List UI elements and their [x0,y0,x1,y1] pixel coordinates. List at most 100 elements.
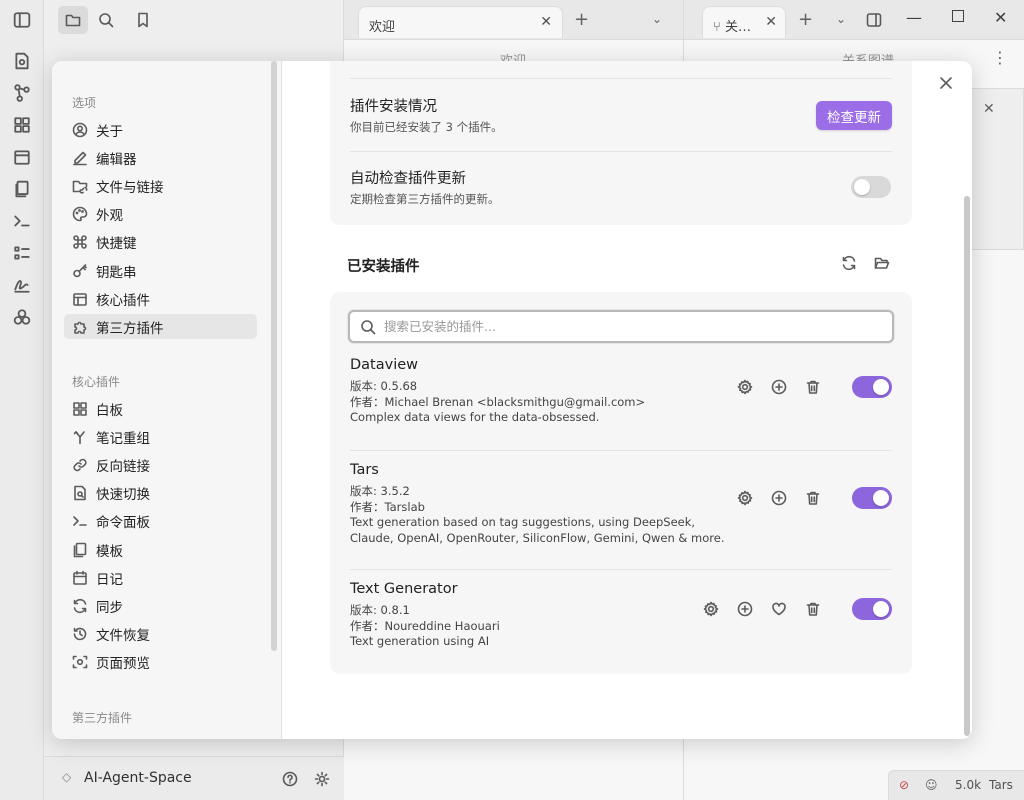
calendar-icon [73,570,87,585]
install-status-title: 插件安装情况 [350,99,437,115]
preview-icon [72,655,88,669]
plugin-version: 版本: 0.5.68 [350,379,418,393]
nav-item-label: 快速切换 [96,487,150,504]
options-item[interactable]: 核心插件 [64,286,257,311]
nav-item-label: 钥匙串 [96,264,137,281]
plugin-description: Claude, OpenAI, OpenRouter, SiliconFlow,… [350,530,725,545]
core-item[interactable]: 文件恢复 [64,622,257,647]
divider [350,450,892,451]
divider [350,78,892,79]
plugin-name: Tars [350,462,379,478]
reload-plugins-button[interactable] [838,252,860,274]
core-item[interactable]: 日记 [64,565,257,590]
nav-scrollbar[interactable] [271,61,277,651]
nav-section-options: 选项 [72,96,97,110]
plus-circle-icon [771,490,787,506]
search-icon [361,319,376,334]
settings-content: 插件安装情况 你目前已经安装了 3 个插件。 检查更新 自动检查插件更新 定期检… [282,61,972,739]
installed-plugins-card: Dataview 版本: 0.5.68作者：Michael Brenan <bla… [330,292,912,674]
nav-item-label: 文件恢复 [96,628,150,645]
plugin-hotkeys-button[interactable] [768,487,790,509]
check-updates-button[interactable]: 检查更新 [816,101,892,130]
command-icon [73,235,87,250]
plugin-version: 版本: 3.5.2 [350,484,410,498]
plugin-search-input[interactable] [384,319,864,334]
settings-nav: 选项 关于 编辑器 文件与链接 外观 快捷键 钥匙串 核心插件 第三方插件 核心插件 白板 笔记… [52,61,282,739]
core-item[interactable]: 笔记重组 [64,424,257,449]
nav-item-label: 笔记重组 [96,430,150,447]
options-item[interactable]: 外观 [64,202,257,227]
nav-item-label: 编辑器 [96,151,137,168]
options-item[interactable]: 编辑器 [64,145,257,170]
core-item[interactable]: 模板 [64,537,257,562]
plugin-enable-toggle[interactable] [852,376,892,398]
nav-section-core: 核心插件 [72,375,121,389]
heart-icon [772,602,786,616]
folder-link-icon [72,180,88,194]
nav-item-label: 白板 [96,402,123,419]
plugin-uninstall-button[interactable] [802,487,824,509]
nav-item-label: 页面预览 [96,656,150,673]
plugin-hotkeys-button[interactable] [768,376,790,398]
nav-item-label: 模板 [96,543,123,560]
quick-switch-icon [74,485,86,501]
installed-plugins-heading: 已安装插件 [347,259,420,275]
options-item[interactable]: 快捷键 [64,230,257,255]
plugin-uninstall-button[interactable] [802,598,824,620]
nav-item-label: 文件与链接 [96,179,164,196]
plus-circle-icon [771,379,787,395]
core-item[interactable]: 命令面板 [64,509,257,534]
nav-item-label: 命令面板 [96,515,150,532]
settings-modal: 选项 关于 编辑器 文件与链接 外观 快捷键 钥匙串 核心插件 第三方插件 核心插件 白板 笔记… [52,61,972,739]
plugin-options-button[interactable] [734,376,756,398]
plugin-description: Text generation based on tag suggestions… [350,515,696,529]
auto-update-toggle[interactable] [851,176,891,198]
core-item[interactable]: 页面预览 [64,650,257,675]
plugin-options-button[interactable] [734,487,756,509]
core-item[interactable]: 反向链接 [64,452,257,477]
nav-item-label: 关于 [96,123,123,140]
core-item[interactable]: 快速切换 [64,481,257,506]
options-item[interactable]: 文件与链接 [64,173,257,198]
toggle-knob [873,490,889,506]
options-item[interactable]: 第三方插件 [64,314,257,340]
merge-icon [73,430,85,444]
auto-update-title: 自动检查插件更新 [350,171,466,187]
sync-icon [73,598,87,613]
refresh-icon [842,255,856,271]
options-item[interactable]: 钥匙串 [64,258,257,283]
canvas-icon [73,401,87,416]
plus-circle-icon [737,601,753,617]
trash-icon [806,380,820,394]
nav-item-label: 同步 [96,599,123,616]
plugin-description: Text generation using AI [350,634,490,648]
pencil-icon [73,151,87,165]
plugin-enable-toggle[interactable] [852,487,892,509]
options-item[interactable]: 关于 [64,117,257,142]
plugin-donate-button[interactable] [768,598,790,620]
plugin-enable-toggle[interactable] [852,598,892,620]
install-status-desc: 你目前已经安装了 3 个插件。 [350,120,503,134]
core-plugin-icon [73,292,87,306]
nav-item-label: 第三方插件 [96,320,164,337]
plugin-author: 作者：Noureddine Haouari [350,618,500,633]
plugin-uninstall-button[interactable] [802,376,824,398]
modal-close-button[interactable] [934,71,958,95]
open-plugins-folder-button[interactable] [871,252,893,274]
plugin-hotkeys-button[interactable] [734,598,756,620]
plugin-version: 版本: 0.8.1 [350,603,410,617]
close-icon [940,77,952,89]
nav-item-label: 快捷键 [96,236,137,253]
backlink-icon [73,458,87,472]
plugin-settings-card: 插件安装情况 你目前已经安装了 3 个插件。 检查更新 自动检查插件更新 定期检… [330,61,912,225]
nav-item-label: 核心插件 [96,292,150,309]
plugin-search-field[interactable] [348,310,894,343]
history-icon [73,627,87,641]
content-scrollbar[interactable] [964,196,970,736]
toggle-knob [854,179,870,195]
core-item[interactable]: 同步 [64,593,257,618]
user-circle-icon [72,122,88,137]
core-item[interactable]: 白板 [64,396,257,421]
plugin-options-button[interactable] [700,598,722,620]
terminal-icon [73,516,87,527]
